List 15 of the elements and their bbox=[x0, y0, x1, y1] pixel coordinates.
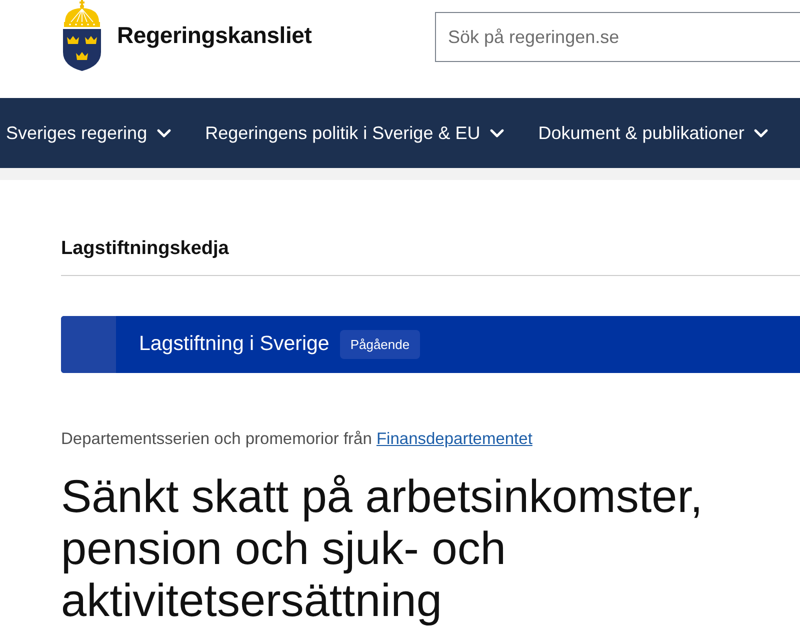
chevron-down-icon bbox=[754, 128, 768, 138]
banner-title: Lagstiftning i Sverige bbox=[139, 331, 330, 358]
status-tag: Pågående bbox=[340, 330, 420, 359]
department-link[interactable]: Finansdepartementet bbox=[376, 430, 532, 448]
nav-menu-button[interactable]: Dokument & publikationer bbox=[538, 120, 768, 146]
series-text: Departementsserien och promemorior från Finansdepartementet bbox=[61, 429, 532, 450]
section-heading: Lagstiftningskedja bbox=[61, 237, 229, 261]
logo-link[interactable]: Regeringskansliet bbox=[62, 0, 312, 71]
chevron-down-icon bbox=[490, 128, 504, 138]
page-title: Sänkt skatt på arbetsinkomster, pension och sjuk- och aktivitetsersättning bbox=[61, 470, 704, 626]
banner-accent-block bbox=[61, 316, 116, 373]
nav-menu-button[interactable]: Sveriges regering bbox=[6, 120, 172, 146]
chevron-down-icon bbox=[157, 128, 172, 138]
search-field[interactable]: Sök på regeringen.se bbox=[435, 12, 800, 62]
nav-menu-button[interactable]: Regeringens politik i Sverige & EU bbox=[205, 120, 504, 146]
